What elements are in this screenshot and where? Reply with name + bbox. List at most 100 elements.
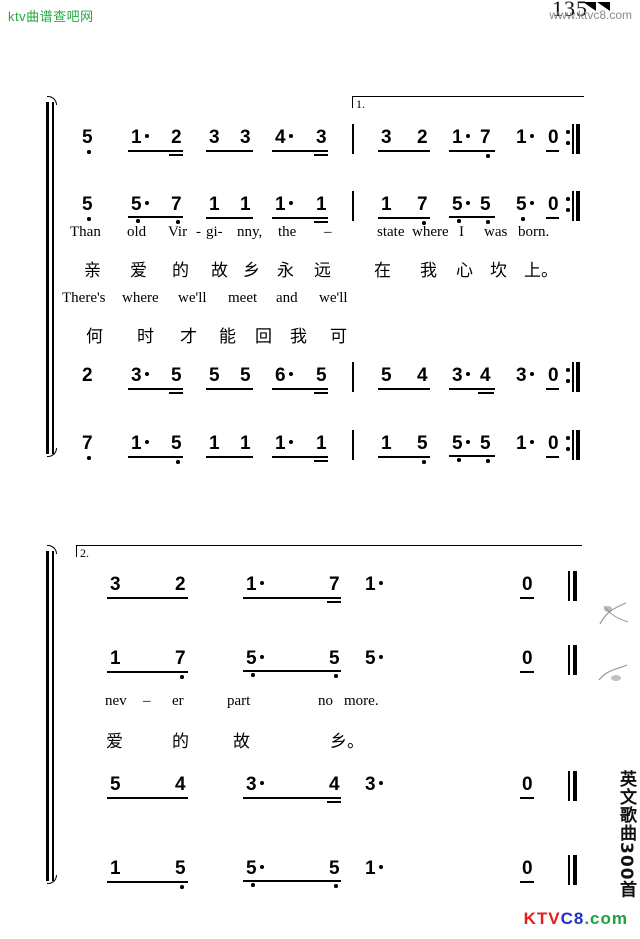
- beam: [169, 392, 183, 394]
- beam: [272, 388, 328, 390]
- augmentation-dot: [379, 865, 383, 869]
- note: 1: [452, 127, 463, 148]
- note: 5: [365, 648, 376, 669]
- octave-dot-low: [486, 220, 490, 224]
- lyric-word: 的: [172, 732, 189, 752]
- beam: [128, 456, 183, 458]
- augmentation-dot: [260, 581, 264, 585]
- beam: [449, 150, 495, 152]
- lyric-word: nev: [105, 693, 127, 709]
- note: 1: [516, 127, 527, 148]
- lyric-word: 亲: [84, 261, 101, 281]
- beam: [206, 150, 253, 152]
- beam: [478, 392, 494, 394]
- lyric-word: 永: [277, 261, 294, 281]
- note: 1: [110, 648, 121, 669]
- lyric-word: gi-: [206, 224, 223, 240]
- beam: [449, 455, 495, 457]
- note: 0: [522, 648, 533, 669]
- lyric-word: no: [318, 693, 333, 709]
- octave-dot-low: [87, 150, 91, 154]
- octave-dot-low: [334, 674, 338, 678]
- beam: [128, 388, 183, 390]
- augmentation-dot: [530, 201, 534, 205]
- octave-dot-low: [251, 883, 255, 887]
- octave-dot-low: [87, 217, 91, 221]
- note: 5: [480, 433, 491, 454]
- lyric-word: was: [484, 224, 508, 240]
- note: 7: [82, 433, 93, 454]
- octave-dot-low: [176, 460, 180, 464]
- lyric-word: 上。: [524, 261, 558, 281]
- note: 1: [240, 194, 251, 215]
- note: 5: [329, 648, 340, 669]
- beam: [520, 797, 534, 799]
- augmentation-dot: [289, 134, 293, 138]
- lyric-word: nny,: [237, 224, 263, 240]
- note: 5: [417, 433, 428, 454]
- augmentation-dot: [289, 372, 293, 376]
- note: 1: [316, 194, 327, 215]
- watermark-part-2: C8: [560, 909, 585, 928]
- octave-dot-low: [176, 220, 180, 224]
- lyric-word: 能: [219, 327, 236, 347]
- augmentation-dot: [466, 201, 470, 205]
- beam: [243, 670, 341, 672]
- music-system-1: 1. 5 1 2 3 3 4 3 3 2 1 7 1 0 5 5 7 1 1 1…: [0, 96, 640, 486]
- note: 7: [171, 194, 182, 215]
- footer-watermark: KTVC8.com: [524, 909, 628, 929]
- lyric-word: 乡。: [330, 732, 364, 752]
- note: 1: [209, 433, 220, 454]
- beam: [107, 797, 188, 799]
- lyric-word: 才: [180, 327, 197, 347]
- note: 5: [171, 365, 182, 386]
- note: 1: [275, 433, 286, 454]
- note: 2: [175, 574, 186, 595]
- lyric-word: the: [278, 224, 297, 240]
- note: 3: [381, 127, 392, 148]
- lyric-word: 何: [86, 327, 103, 347]
- note: 3: [240, 127, 251, 148]
- lyric-word: 我: [420, 261, 437, 281]
- beam: [314, 221, 328, 223]
- augmentation-dot: [379, 581, 383, 585]
- note: 5: [82, 127, 93, 148]
- augmentation-dot: [530, 372, 534, 376]
- lyric-word: 的: [172, 261, 189, 281]
- augmentation-dot: [530, 440, 534, 444]
- lyric-word: where: [122, 290, 159, 306]
- octave-dot-low: [486, 154, 490, 158]
- note: 1: [246, 574, 257, 595]
- volta-bracket-2: 2.: [76, 545, 582, 560]
- note: 5: [110, 774, 121, 795]
- volta-label: 2.: [80, 546, 89, 560]
- note: 5: [246, 858, 257, 879]
- augmentation-dot: [379, 655, 383, 659]
- augmentation-dot: [260, 781, 264, 785]
- barline: [352, 362, 354, 392]
- augmentation-dot: [466, 440, 470, 444]
- lyric-word: old: [127, 224, 147, 240]
- augmentation-dot: [289, 201, 293, 205]
- lyric-word: 乡: [243, 261, 260, 281]
- lyric-line-english-2: There's where we'll meet and we'll: [0, 290, 640, 310]
- beam: [378, 217, 430, 219]
- beam: [327, 801, 341, 803]
- note: 0: [548, 365, 559, 386]
- augmentation-dot: [466, 372, 470, 376]
- note: 2: [417, 127, 428, 148]
- note: 4: [175, 774, 186, 795]
- note: 3: [316, 127, 327, 148]
- augmentation-dot: [289, 440, 293, 444]
- note: 4: [329, 774, 340, 795]
- staff-voice-3: 2 3 5 5 5 6 5 5 4 3 4 3 0: [0, 358, 640, 402]
- beam: [206, 217, 253, 219]
- note: 5: [480, 194, 491, 215]
- lyric-word: 心: [456, 261, 473, 281]
- lyric-word: meet: [228, 290, 258, 306]
- beam: [378, 388, 430, 390]
- note: 5: [240, 365, 251, 386]
- lyric-word: 故: [233, 732, 250, 752]
- beam: [272, 217, 328, 219]
- octave-dot-low: [251, 673, 255, 677]
